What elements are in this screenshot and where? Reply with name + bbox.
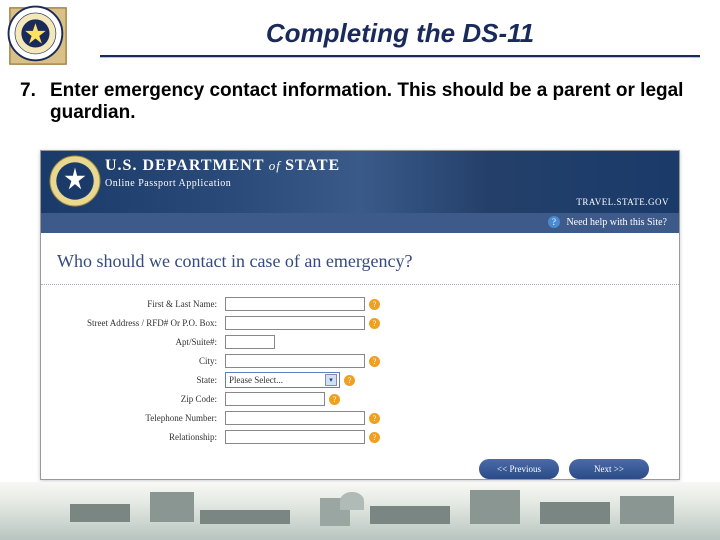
title-underline — [100, 55, 700, 58]
row-state: State: Please Select... ▾ ? — [55, 371, 665, 389]
help-bar: ? Need help with this Site? — [41, 213, 679, 233]
input-relationship[interactable] — [225, 430, 365, 444]
slide-title: Completing the DS-11 — [100, 18, 700, 49]
input-phone[interactable] — [225, 411, 365, 425]
title-area: Completing the DS-11 — [100, 18, 700, 58]
form-area: First & Last Name: ? Street Address / RF… — [41, 285, 679, 453]
label-relationship: Relationship: — [55, 432, 225, 442]
slide: Completing the DS-11 7. Enter emergency … — [0, 0, 720, 540]
dos-header: U.S. DEPARTMENT of STATE Online Passport… — [41, 151, 679, 213]
instruction: 7. Enter emergency contact information. … — [20, 80, 700, 124]
label-phone: Telephone Number: — [55, 413, 225, 423]
skyline-background — [0, 482, 720, 540]
row-zip: Zip Code: ? — [55, 390, 665, 408]
form-screenshot: U.S. DEPARTMENT of STATE Online Passport… — [40, 150, 680, 480]
dos-title-block: U.S. DEPARTMENT of STATE Online Passport… — [105, 157, 340, 189]
info-icon[interactable]: ? — [369, 432, 380, 443]
info-icon[interactable]: ? — [329, 394, 340, 405]
input-zip[interactable] — [225, 392, 325, 406]
select-state[interactable]: Please Select... ▾ — [225, 372, 340, 388]
dept-suffix: STATE — [285, 157, 340, 174]
info-icon[interactable]: ? — [369, 299, 380, 310]
help-icon: ? — [548, 216, 560, 228]
info-icon[interactable]: ? — [369, 413, 380, 424]
form-prompt: Who should we contact in case of an emer… — [41, 233, 679, 285]
info-icon[interactable]: ? — [369, 318, 380, 329]
next-button[interactable]: Next >> — [569, 459, 649, 479]
row-relationship: Relationship: ? — [55, 428, 665, 446]
chevron-down-icon: ▾ — [325, 374, 337, 386]
dos-subtitle: Online Passport Application — [105, 178, 340, 189]
step-number: 7. — [20, 80, 50, 124]
dos-title: U.S. DEPARTMENT of STATE — [105, 157, 340, 175]
help-text[interactable]: Need help with this Site? — [566, 217, 667, 228]
label-city: City: — [55, 356, 225, 366]
row-city: City: ? — [55, 352, 665, 370]
dos-seal — [49, 155, 101, 207]
previous-button[interactable]: << Previous — [479, 459, 559, 479]
input-street[interactable] — [225, 316, 365, 330]
row-street: Street Address / RFD# Or P.O. Box: ? — [55, 314, 665, 332]
dept-prefix: U.S. DEPARTMENT — [105, 157, 264, 174]
label-street: Street Address / RFD# Or P.O. Box: — [55, 318, 225, 328]
dome-shape — [340, 492, 364, 510]
info-icon[interactable]: ? — [369, 356, 380, 367]
label-apt: Apt/Suite#: — [55, 337, 225, 347]
label-name: First & Last Name: — [55, 299, 225, 309]
row-apt: Apt/Suite#: — [55, 333, 665, 351]
row-phone: Telephone Number: ? — [55, 409, 665, 427]
input-name[interactable] — [225, 297, 365, 311]
select-placeholder: Please Select... — [229, 375, 283, 385]
instruction-text: Enter emergency contact information. Thi… — [50, 80, 700, 124]
input-apt[interactable] — [225, 335, 275, 349]
usna-seal — [6, 4, 70, 68]
info-icon[interactable]: ? — [344, 375, 355, 386]
dos-right-link[interactable]: TRAVEL.STATE.GOV — [576, 197, 669, 207]
label-state: State: — [55, 375, 225, 385]
dept-of: of — [264, 158, 285, 173]
row-name: First & Last Name: ? — [55, 295, 665, 313]
button-row: << Previous Next >> — [41, 453, 679, 485]
input-city[interactable] — [225, 354, 365, 368]
label-zip: Zip Code: — [55, 394, 225, 404]
